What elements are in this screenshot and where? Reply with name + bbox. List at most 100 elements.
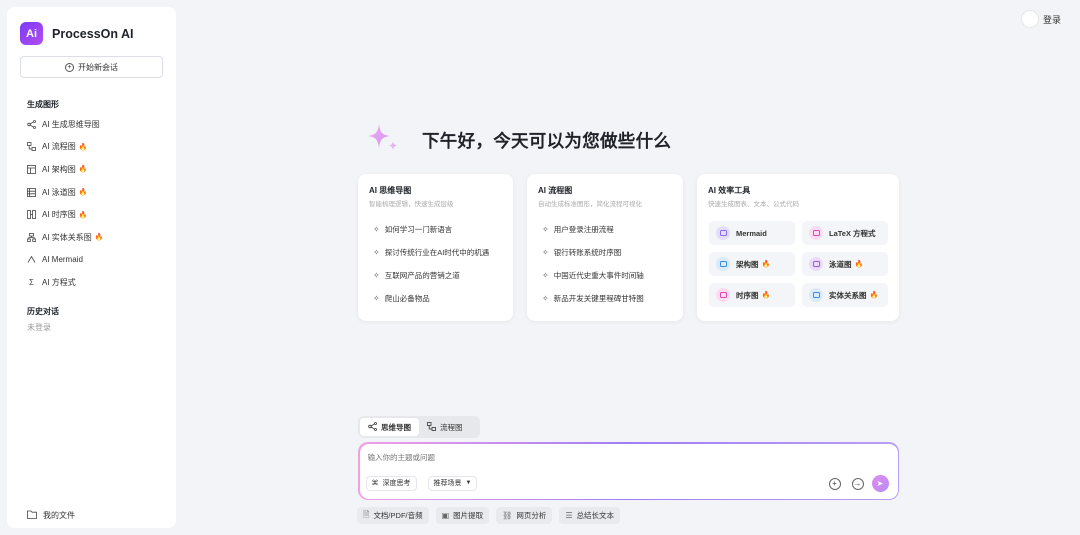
prompt-input[interactable] (367, 452, 768, 462)
sidebar-item-label: AI 生成思维导图 (42, 119, 100, 129)
suggestion-item[interactable]: ✧ 互联网产品的营销之道 (373, 264, 489, 287)
doc-pdf-audio-button[interactable]: 🗎 文档/PDF/音频 (357, 507, 429, 524)
new-chat-label: 开始新会话 (78, 62, 118, 72)
sidebar-item-architecture[interactable]: AI 架构图 🔥 (27, 158, 104, 181)
my-files-link[interactable]: 我的文件 (27, 510, 75, 521)
hot-fire-icon: 🔥 (761, 261, 771, 268)
entity-icon (27, 232, 36, 242)
brand[interactable]: Ai ProcessOn AI (20, 22, 134, 45)
latex-icon (809, 226, 823, 240)
suggestion-text: 爬山必备物品 (384, 294, 430, 303)
mermaid-icon (27, 255, 36, 264)
tool-entity[interactable]: 实体关系图 🔥 (802, 283, 888, 307)
plus-icon: + (832, 478, 837, 488)
prompt-box: ⌘ 深度思考 推荐场景 ▼ + → ➤ (358, 442, 899, 500)
formula-icon: Σ (29, 277, 34, 287)
suggestion-text: 如何学习一门新语言 (384, 225, 453, 234)
sidebar-item-swimlane[interactable]: AI 泳道图 🔥 (27, 181, 104, 204)
hot-fire-icon: 🔥 (78, 143, 88, 151)
hot-fire-icon: 🔥 (78, 189, 88, 197)
sidebar-item-mermaid[interactable]: AI Mermaid (27, 249, 104, 272)
suggestion-item[interactable]: ✧ 用户登录注册流程 (542, 218, 644, 241)
suggestion-item[interactable]: ✧ 如何学习一门新语言 (373, 218, 489, 241)
summarize-text-button[interactable]: ☰ 总结长文本 (559, 507, 620, 524)
greeting-block: 下午好，今天可以为您做些什么 (366, 122, 671, 159)
suggestion-text: 中国近代史重大事件时间轴 (553, 271, 644, 280)
tool-latex[interactable]: LaTeX 方程式 (802, 221, 888, 245)
bottom-tool-label: 图片提取 (453, 511, 484, 520)
tool-label: Mermaid (736, 228, 767, 238)
prompt-box-inner: ⌘ 深度思考 推荐场景 ▼ + → ➤ (359, 443, 898, 499)
generate-section-title: 生成图形 (27, 100, 59, 109)
folder-icon (27, 510, 37, 521)
suggestion-text: 探讨传统行业在AI时代中的机遇 (384, 248, 490, 257)
tool-label: 实体关系图 (829, 290, 867, 300)
tool-sequence[interactable]: 时序图 🔥 (709, 283, 795, 307)
sparkle-small-icon: ✧ (542, 271, 549, 280)
login-button[interactable]: 登录 (1021, 10, 1061, 28)
greeting-title: 下午好，今天可以为您做些什么 (422, 131, 672, 151)
architecture-icon (716, 257, 730, 271)
sparkle-icon (366, 122, 400, 159)
sidebar-item-label: AI 架构图 (42, 164, 76, 174)
brain-icon: ⌘ (371, 480, 379, 487)
tool-architecture[interactable]: 架构图 🔥 (709, 252, 795, 276)
tool-label: 泳道图 (829, 259, 852, 269)
tool-label: 时序图 (736, 290, 759, 300)
sidebar-item-formula[interactable]: Σ AI 方程式 (27, 271, 104, 294)
card-subtitle: 智能梳理逻辑，快速生成层级 (369, 201, 454, 208)
plus-circle-icon: + (65, 62, 74, 72)
bottom-tool-label: 网页分析 (516, 511, 547, 520)
bottom-tool-label: 总结长文本 (576, 511, 615, 520)
new-chat-button[interactable]: + 开始新会话 (20, 56, 163, 78)
suggestion-item[interactable]: ✧ 中国近代史重大事件时间轴 (542, 264, 644, 287)
suggestion-item[interactable]: ✧ 新品开发关键里程碑甘特图 (542, 287, 644, 310)
efficiency-tools-card: AI 效率工具 快速生成图表、文本、公式代码 Mermaid LaTeX 方程式… (697, 174, 899, 321)
hot-fire-icon: 🔥 (94, 234, 104, 242)
sidebar-nav: AI 生成思维导图 AI 流程图 🔥 AI 架构图 🔥 AI 泳道图 🔥 AI … (27, 113, 104, 294)
sparkle-small-icon: ✧ (373, 248, 380, 257)
sparkle-small-icon: ✧ (542, 225, 549, 234)
add-button[interactable]: + (828, 477, 841, 490)
my-files-label: 我的文件 (43, 511, 75, 520)
mode-tabs: 思维导图 流程图 (358, 416, 480, 438)
sidebar-item-sequence[interactable]: AI 时序图 🔥 (27, 203, 104, 226)
tool-label: 架构图 (736, 259, 759, 269)
arrow-right-icon: → (853, 478, 862, 488)
send-button[interactable]: ➤ (871, 474, 889, 492)
scene-dropdown[interactable]: 推荐场景 ▼ (427, 475, 478, 491)
entity-icon (809, 288, 823, 302)
suggestion-text: 银行转账系统时序图 (553, 248, 622, 257)
sidebar-item-label: AI 泳道图 (42, 187, 76, 197)
tool-mermaid[interactable]: Mermaid (709, 221, 795, 245)
link-icon: ⛓ (502, 511, 513, 520)
sparkle-small-icon: ✧ (373, 271, 380, 280)
sidebar: Ai ProcessOn AI + 开始新会话 生成图形 AI 生成思维导图 A… (7, 7, 176, 528)
sidebar-item-flowchart[interactable]: AI 流程图 🔥 (27, 136, 104, 159)
hot-fire-icon: 🔥 (78, 211, 88, 219)
suggestion-item[interactable]: ✧ 爬山必备物品 (373, 287, 489, 310)
swimlane-icon (809, 257, 823, 271)
bottom-tool-label: 文档/PDF/音频 (373, 511, 423, 520)
mermaid-icon (716, 226, 730, 240)
suggestion-text: 互联网产品的营销之道 (384, 271, 460, 280)
sidebar-item-mindmap[interactable]: AI 生成思维导图 (27, 113, 104, 136)
text-lines-icon: ☰ (565, 511, 573, 520)
sidebar-item-entity[interactable]: AI 实体关系图 🔥 (27, 226, 104, 249)
sequence-icon (716, 288, 730, 302)
image-extract-button[interactable]: ▣ 图片提取 (435, 507, 490, 524)
suggestion-item[interactable]: ✧ 探讨传统行业在AI时代中的机遇 (373, 241, 489, 264)
forward-button[interactable]: → (851, 477, 864, 490)
card-subtitle: 自动生成标准图形，简化流程可视化 (538, 201, 642, 208)
tab-mindmap[interactable]: 思维导图 (360, 418, 419, 436)
hot-fire-icon: 🔥 (78, 166, 88, 174)
flowchart-icon (427, 421, 436, 433)
card-suggestion-list: ✧ 如何学习一门新语言 ✧ 探讨传统行业在AI时代中的机遇 ✧ 互联网产品的营销之道 … (373, 218, 489, 310)
web-analysis-button[interactable]: ⛓ 网页分析 (496, 507, 553, 524)
deep-think-toggle[interactable]: ⌘ 深度思考 (365, 475, 417, 491)
tool-swimlane[interactable]: 泳道图 🔥 (802, 252, 888, 276)
mindmap-icon (368, 421, 377, 433)
suggestion-item[interactable]: ✧ 银行转账系统时序图 (542, 241, 644, 264)
history-section-title: 历史对话 (27, 307, 59, 316)
tab-flowchart[interactable]: 流程图 (419, 418, 471, 436)
